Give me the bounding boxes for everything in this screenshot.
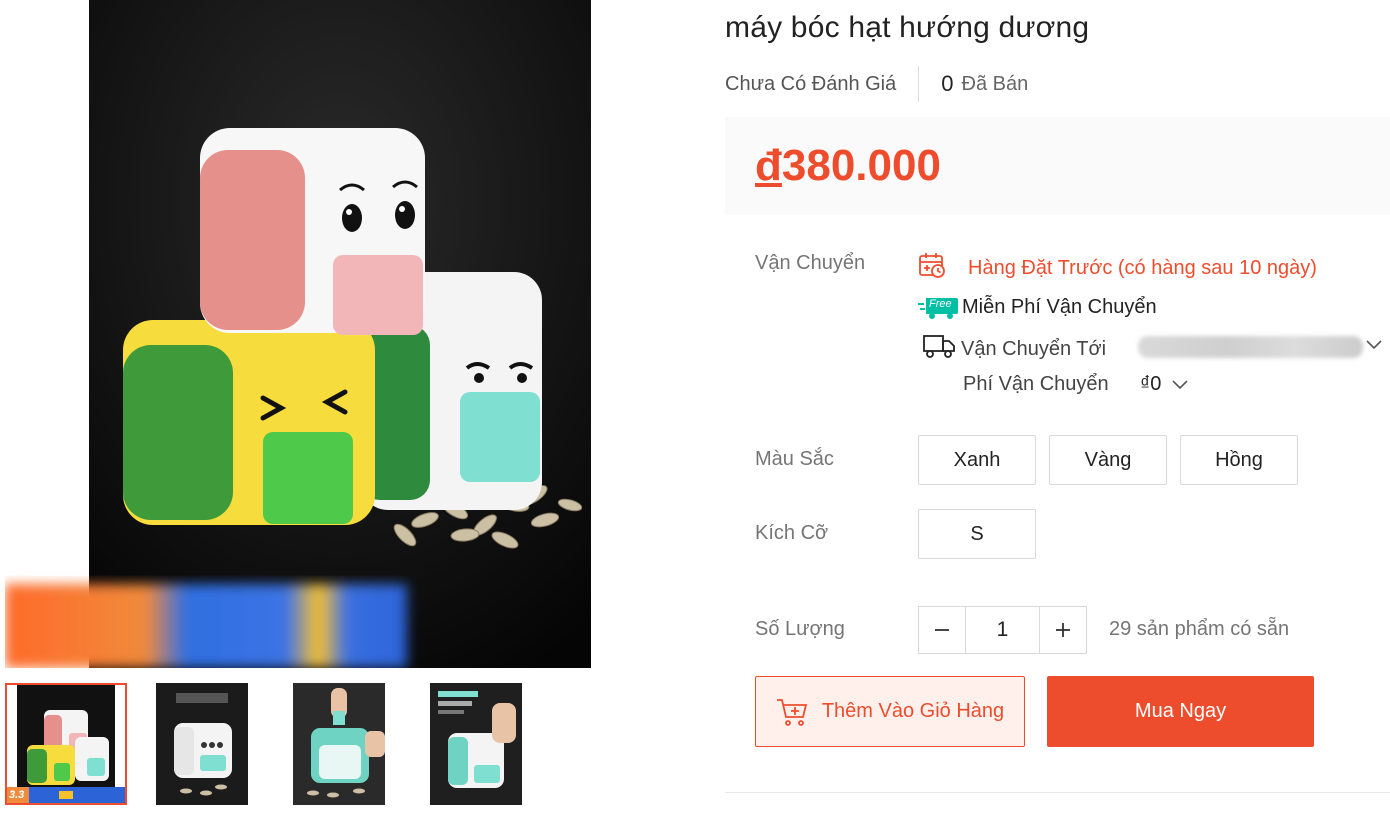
price-currency: đ (755, 141, 782, 190)
thumbnail-strip: 3.3 (5, 683, 625, 805)
buy-now-label: Mua Ngay (1134, 700, 1227, 722)
color-option-xanh[interactable]: Xanh (918, 435, 1036, 485)
thumb-badge: 3.3 (9, 789, 25, 801)
size-option-s[interactable]: S (918, 509, 1036, 559)
free-shipping-icon: Free (918, 294, 958, 320)
shipping-label: Vận Chuyển (755, 252, 866, 274)
preorder-text: Hàng Đặt Trước (có hàng sau 10 ngày) (968, 256, 1317, 279)
color-option-vang[interactable]: Vàng (1049, 435, 1167, 485)
sold-count: 0 (941, 71, 954, 96)
sold-label: Đã Bán (961, 72, 1029, 95)
minus-icon (935, 629, 949, 631)
size-label: Kích Cỡ (755, 522, 829, 544)
chevron-down-icon (1172, 379, 1188, 389)
calendar-icon (918, 251, 946, 285)
section-divider (725, 792, 1390, 793)
price-amount: 380.000 (781, 141, 941, 190)
shipping-fee-dropdown[interactable]: ₫0 (1140, 373, 1189, 396)
ship-to-address[interactable] (1138, 336, 1363, 358)
plus-icon (1056, 623, 1070, 637)
ship-to-label: Vận Chuyển Tới (961, 337, 1107, 360)
add-to-cart-button[interactable]: Thêm Vào Giỏ Hàng (755, 676, 1025, 747)
free-shipping-line: Free Miễn Phí Vận Chuyển (918, 294, 1157, 320)
product-details: máy bóc hạt hướng dương Chưa Có Đánh Giá… (725, 0, 1390, 815)
color-option-hong[interactable]: Hồng (1180, 435, 1298, 485)
thumbnail-4[interactable] (430, 683, 522, 805)
shipping-fee-label: Phí Vận Chuyển (963, 373, 1109, 395)
product-price: đ380.000 (755, 141, 941, 191)
price-box: đ380.000 (725, 117, 1390, 215)
buy-now-button[interactable]: Mua Ngay (1047, 676, 1314, 747)
product-title: máy bóc hạt hướng dương (725, 11, 1090, 44)
quantity-stepper: 1 (918, 606, 1087, 654)
preorder-line: Hàng Đặt Trước (có hàng sau 10 ngày) (918, 251, 1317, 285)
thumbnail-3[interactable] (293, 683, 385, 805)
no-rating-text[interactable]: Chưa Có Đánh Giá (725, 73, 896, 96)
free-shipping-text: Miễn Phí Vận Chuyển (962, 295, 1157, 318)
quantity-label: Số Lượng (755, 618, 845, 640)
ship-to-line: Vận Chuyển Tới (923, 333, 1106, 365)
shipping-fee-value: ₫0 (1140, 373, 1162, 395)
increase-quantity-button[interactable] (1040, 607, 1086, 653)
quantity-input[interactable]: 1 (965, 607, 1040, 653)
color-label: Màu Sắc (755, 448, 834, 470)
cart-plus-icon (776, 698, 807, 726)
decrease-quantity-button[interactable] (919, 607, 965, 653)
product-gallery: 3.3 (0, 0, 680, 815)
rating-row: Chưa Có Đánh Giá 0 Đã Bán (725, 66, 1028, 102)
chevron-down-icon[interactable] (1365, 338, 1383, 357)
stock-text: 29 sản phẩm có sẵn (1109, 618, 1290, 640)
thumbnail-1[interactable]: 3.3 (5, 683, 127, 805)
truck-icon (923, 333, 955, 365)
add-to-cart-label: Thêm Vào Giỏ Hàng (821, 700, 1005, 722)
free-badge-text: Free (929, 298, 952, 310)
main-product-image[interactable] (5, 0, 672, 668)
thumbnail-2[interactable] (156, 683, 248, 805)
rating-divider (918, 66, 920, 102)
